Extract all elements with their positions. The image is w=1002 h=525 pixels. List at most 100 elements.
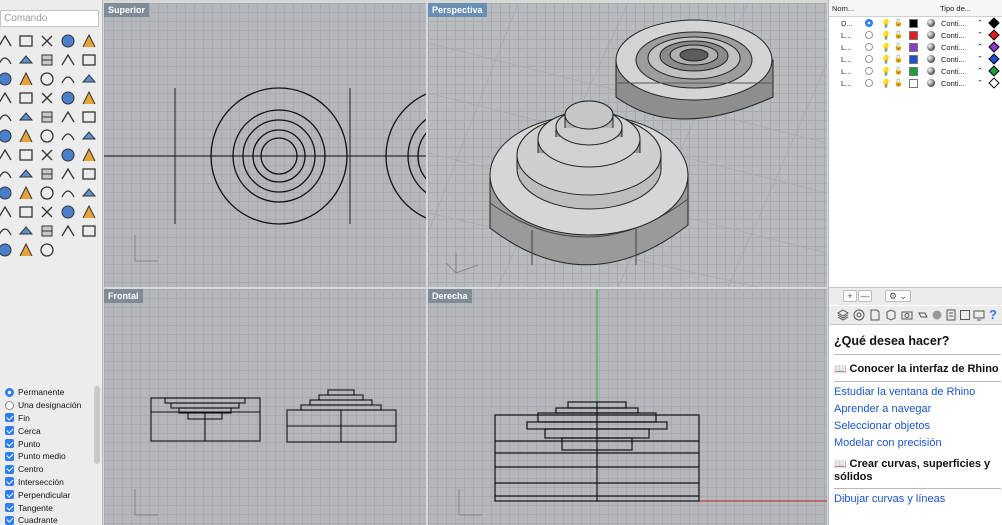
surface-tool-icon[interactable] [0,89,14,107]
polyline-tool-icon[interactable] [59,222,77,240]
linetype-stepper-icon[interactable]: ⌃ [977,55,985,63]
current-layer-indicator[interactable] [865,67,873,75]
material-icon[interactable] [927,31,935,39]
viewport-title-right[interactable]: Derecha [428,289,472,303]
ellipse-tool-icon[interactable] [38,241,56,259]
gumball-tool-icon[interactable] [80,184,98,202]
notes-tab-icon[interactable] [945,309,957,321]
linetype-stepper-icon[interactable]: ⌃ [977,67,985,75]
document-tab-icon[interactable] [869,309,881,321]
layer-color-swatch[interactable] [909,78,918,88]
analyze-tool-icon[interactable] [38,146,56,164]
split-tool-icon[interactable] [17,70,35,88]
layer-linetype[interactable]: Conti... [941,19,977,28]
osnap-midpoint[interactable]: Punto medio [0,450,103,463]
extrude-tool-icon[interactable] [59,108,77,126]
print-color-swatch[interactable] [988,41,1000,53]
fillet-tool-icon[interactable] [59,51,77,69]
osnap-point[interactable]: Punto [0,437,103,450]
osnap-tangent[interactable]: Tangente [0,501,103,514]
cylinder-tool-icon[interactable] [38,108,56,126]
checkbox-end[interactable] [5,413,14,423]
layer-row[interactable]: L... 💡 🔓 Conti... ⌃ [829,77,1002,89]
explode-tool-icon[interactable] [59,70,77,88]
curve-tool-icon[interactable] [38,32,56,50]
layout-tab-icon[interactable] [959,309,971,321]
lock-icon[interactable]: 🔓 [894,79,903,88]
planar-tool-icon[interactable] [59,184,77,202]
hatch-tool-icon[interactable] [0,165,14,183]
revolve-tool-icon[interactable] [59,89,77,107]
current-layer-indicator[interactable] [865,19,873,27]
osnap-scrollbar[interactable] [94,386,100,464]
circle-tool-icon[interactable] [80,32,98,50]
checkbox-tangent[interactable] [5,503,14,513]
layer-row[interactable]: L... 💡 🔓 Conti... ⌃ [829,53,1002,65]
array-tool-icon[interactable] [17,127,35,145]
checkbox-quadrant[interactable] [5,515,14,525]
layers-col-linetype[interactable]: Tipo de... [937,4,971,13]
lock-icon[interactable]: 🔓 [894,43,903,52]
layer-color-swatch[interactable] [909,18,918,28]
radio-permanent[interactable] [5,387,14,397]
lights-tab-icon[interactable] [917,309,929,321]
material-icon[interactable] [927,19,935,27]
current-layer-indicator[interactable] [865,79,873,87]
point-tool-icon[interactable] [0,32,14,50]
help-link[interactable]: Modelar con precisión [834,437,1002,450]
material-icon[interactable] [927,67,935,75]
move-tool-icon[interactable] [38,127,56,145]
dimension-tool-icon[interactable] [59,146,77,164]
print-color-swatch[interactable] [988,77,1000,89]
checkbox-near[interactable] [5,426,14,436]
linetype-stepper-icon[interactable]: ⌃ [977,19,985,27]
osnap-end[interactable]: Fin [0,412,103,425]
checkbox-point[interactable] [5,439,14,449]
layers-col-name[interactable]: Nom... [829,4,937,13]
linetype-stepper-icon[interactable]: ⌃ [977,79,985,87]
layer-name[interactable]: L... [829,55,863,64]
camera-tab-icon[interactable] [901,309,913,321]
lightbulb-icon[interactable]: 💡 [881,43,891,52]
camera-tool-icon[interactable] [0,184,14,202]
shade-tool-icon[interactable] [59,203,77,221]
solid-tool-icon[interactable] [80,89,98,107]
osnap-center[interactable]: Centro [0,463,103,476]
viewport-title-top[interactable]: Superior [104,3,150,17]
sweep-tool-icon[interactable] [38,89,56,107]
layer-linetype[interactable]: Conti... [941,67,977,76]
print-color-swatch[interactable] [988,17,1000,29]
radio-once[interactable] [5,400,14,410]
group-tool-icon[interactable] [17,165,35,183]
ortho-tool-icon[interactable] [17,184,35,202]
osnap-quadrant[interactable]: Cuadrante [0,514,103,525]
layer-name[interactable]: L... [829,31,863,40]
checkbox-perpendicular[interactable] [5,490,14,500]
layer-options-button[interactable]: ⚙ ⌄ [885,290,911,302]
layer-row[interactable]: D... 💡 🔓 Conti... ⌃ [829,17,1002,29]
osnap-intersection[interactable]: Intersección [0,476,103,489]
history-tool-icon[interactable] [0,203,14,221]
copy-tool-icon[interactable] [59,127,77,145]
current-layer-indicator[interactable] [865,31,873,39]
help-link[interactable]: Dibujar curvas y líneas [834,493,1002,506]
osnap-near[interactable]: Cerca [0,424,103,437]
material-icon[interactable] [927,79,935,87]
layer-tool-icon[interactable] [38,165,56,183]
material-icon[interactable] [927,43,935,51]
layer-name[interactable]: L... [829,79,863,88]
lock-icon[interactable]: 🔓 [894,19,903,28]
layers-tab-icon[interactable] [837,309,849,321]
pan-tool-icon[interactable] [38,203,56,221]
osnap-mode-permanent[interactable]: Permanente [0,386,103,399]
command-input[interactable]: Comando [0,10,99,27]
arc-tool-icon[interactable] [0,241,14,259]
polyline-tool-icon[interactable] [17,32,35,50]
layer-color-swatch[interactable] [909,30,918,40]
rectangle-tool-icon[interactable] [17,51,35,69]
current-layer-indicator[interactable] [865,43,873,51]
snap-tool-icon[interactable] [38,184,56,202]
checkbox-midpoint[interactable] [5,451,14,461]
box-tool-icon[interactable] [0,108,14,126]
lights-tool-icon[interactable] [80,165,98,183]
